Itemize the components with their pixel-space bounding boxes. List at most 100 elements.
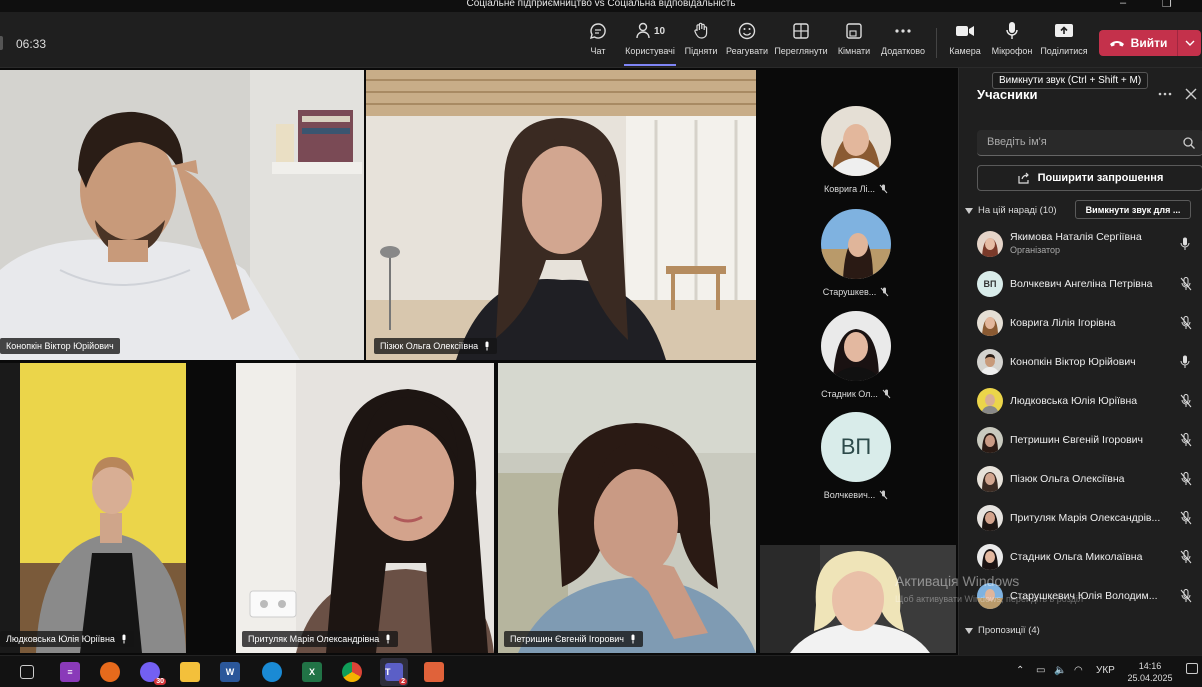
participant-row[interactable]: Пізюк Ольга Олексіївна <box>977 462 1202 496</box>
microphone-icon <box>485 341 489 351</box>
roster-item[interactable]: Коврига Лі... <box>800 106 912 194</box>
video-tile[interactable]: Конопкін Віктор Юрійович <box>0 70 364 360</box>
participant-row[interactable]: Людковська Юлія Юріївна <box>977 384 1202 418</box>
raise-hand-icon <box>693 20 709 42</box>
people-label: Користувачі <box>625 46 675 56</box>
teams-badge: 2 <box>399 678 407 685</box>
video-tile[interactable]: Притуляк Марія Олександрівна <box>236 363 494 653</box>
share-invite-button[interactable]: Поширити запрошення <box>977 165 1202 191</box>
microphone-icon <box>1180 237 1190 250</box>
share-icon <box>1018 172 1029 184</box>
participant-row[interactable]: Конопкін Віктор Юрійович <box>977 345 1202 379</box>
shield-icon <box>0 36 3 50</box>
roster-item[interactable]: Старушкев... <box>800 209 912 297</box>
participant-name: Волчкевич Ангеліна Петрівна <box>1010 278 1153 290</box>
participant-name: Пізюк Ольга Олексіївна <box>380 341 479 351</box>
task-view-icon[interactable] <box>20 665 34 679</box>
leave-button[interactable]: Вийти <box>1099 30 1177 56</box>
roster-item[interactable]: Стадник Ол... <box>800 311 912 399</box>
participant-row[interactable]: ВП Волчкевич Ангеліна Петрівна <box>977 267 1202 301</box>
raise-hand-button[interactable]: Підняти <box>684 20 718 66</box>
edge-icon[interactable] <box>262 662 282 682</box>
microphone-label: Мікрофон <box>991 46 1033 56</box>
chrome-icon[interactable] <box>342 662 362 682</box>
participant-row[interactable]: Стадник Ольга Миколаївна <box>977 540 1202 574</box>
mic-off-icon <box>1180 433 1192 447</box>
app-icon-onenote[interactable]: ≡ <box>60 662 80 682</box>
participant-video <box>0 363 186 653</box>
mic-off-icon <box>1180 550 1192 564</box>
avatar <box>977 388 1003 414</box>
participant-namebar: Пізюк Ольга Олексіївна <box>374 338 498 354</box>
react-button[interactable]: Реагувати <box>726 20 768 66</box>
clock[interactable]: 14:16 25.04.2025 <box>1120 660 1180 684</box>
participant-video <box>236 363 494 653</box>
leave-options-button[interactable] <box>1177 30 1201 56</box>
participant-namebar: Конопкін Віктор Юрійович <box>0 338 120 354</box>
participant-name: Притуляк Марія Олександрів... <box>1010 512 1161 524</box>
rooms-icon <box>845 20 863 42</box>
minimize-icon[interactable]: – <box>1120 0 1126 9</box>
firefox-icon[interactable] <box>100 662 120 682</box>
participants-panel: Учасники Поширити запрошення На цій нара… <box>958 68 1202 655</box>
wifi-icon[interactable]: ◠ <box>1074 665 1083 676</box>
suggestions-section[interactable]: Пропозиції (4) <box>965 625 1040 636</box>
mic-off-icon <box>1180 394 1192 408</box>
search-input[interactable] <box>977 130 1167 154</box>
more-options-icon[interactable] <box>1158 92 1172 96</box>
avatar <box>977 427 1003 453</box>
clock-date: 25.04.2025 <box>1127 673 1173 683</box>
chevron-up-icon[interactable]: ⌃ <box>1016 665 1024 676</box>
viber-icon[interactable]: 30 <box>140 662 166 685</box>
chevron-down-icon <box>1185 40 1194 46</box>
microphone-icon <box>122 634 126 644</box>
word-icon[interactable]: W <box>220 662 240 682</box>
camera-button[interactable]: Камера <box>948 20 982 66</box>
chat-label: Чат <box>590 46 606 56</box>
roster-item[interactable]: ВП Волчкевич... <box>800 412 912 500</box>
notifications-icon[interactable] <box>1186 663 1198 674</box>
more-button[interactable]: Додатково <box>880 20 926 66</box>
mic-off-icon <box>880 287 889 297</box>
avatar <box>977 349 1003 375</box>
view-button[interactable]: Переглянути <box>774 20 828 66</box>
people-button[interactable]: 10 Користувачі <box>624 20 676 66</box>
mic-off-icon <box>1180 589 1192 603</box>
app-icon-orange[interactable] <box>424 662 444 682</box>
participant-row[interactable]: Коврига Лілія Ігорівна <box>977 306 1202 340</box>
participant-row[interactable]: Петришин Євгеній Ігорович <box>977 423 1202 457</box>
video-tile[interactable]: Пізюк Ольга Олексіївна <box>366 70 756 360</box>
chat-button[interactable]: Чат <box>582 20 614 66</box>
participant-namebar: Петришин Євгеній Ігорович <box>504 631 643 647</box>
teams-icon[interactable]: T 2 <box>380 658 408 686</box>
search-box[interactable] <box>977 130 1202 156</box>
microphone-button[interactable]: Мікрофон <box>990 20 1034 66</box>
close-icon[interactable] <box>1185 88 1197 100</box>
search-icon <box>1183 137 1195 149</box>
in-meeting-section[interactable]: На цій нараді (10) <box>965 205 1057 216</box>
grid-view-icon <box>792 20 810 42</box>
language-indicator[interactable]: УКР <box>1096 665 1115 676</box>
participant-namebar: Людковська Юлія Юріївна <box>0 631 134 647</box>
avatar: ВП <box>821 412 891 482</box>
excel-icon[interactable]: X <box>302 662 322 682</box>
react-label: Реагувати <box>725 46 769 56</box>
rooms-button[interactable]: Кімнати <box>836 20 872 66</box>
mute-all-button[interactable]: Вимкнути звук для ... <box>1075 200 1191 219</box>
participant-row[interactable]: Притуляк Марія Олександрів... <box>977 501 1202 535</box>
participant-row[interactable]: Якимова Наталія Сергіївна Організатор <box>977 227 1202 261</box>
view-label: Переглянути <box>774 46 828 56</box>
share-button[interactable]: Поділитися <box>1040 20 1088 66</box>
chat-icon <box>589 20 607 42</box>
video-tile[interactable]: Людковська Юлія Юріївна <box>0 363 186 653</box>
file-explorer-icon[interactable] <box>180 662 200 682</box>
battery-icon[interactable]: ▭ <box>1036 665 1045 676</box>
avatar <box>977 544 1003 570</box>
volume-icon[interactable]: 🔈 <box>1054 665 1066 676</box>
microphone-icon <box>631 634 635 644</box>
windows-activation-watermark: Активація Windows <box>895 573 1020 589</box>
maximize-icon[interactable]: ❐ <box>1162 0 1172 10</box>
video-tile[interactable]: Петришин Євгеній Ігорович <box>498 363 756 653</box>
participant-name: Конопкін Віктор Юрійович <box>6 341 114 351</box>
window-title: Соціальне підприємництво vs Соціальна ві… <box>466 0 736 9</box>
